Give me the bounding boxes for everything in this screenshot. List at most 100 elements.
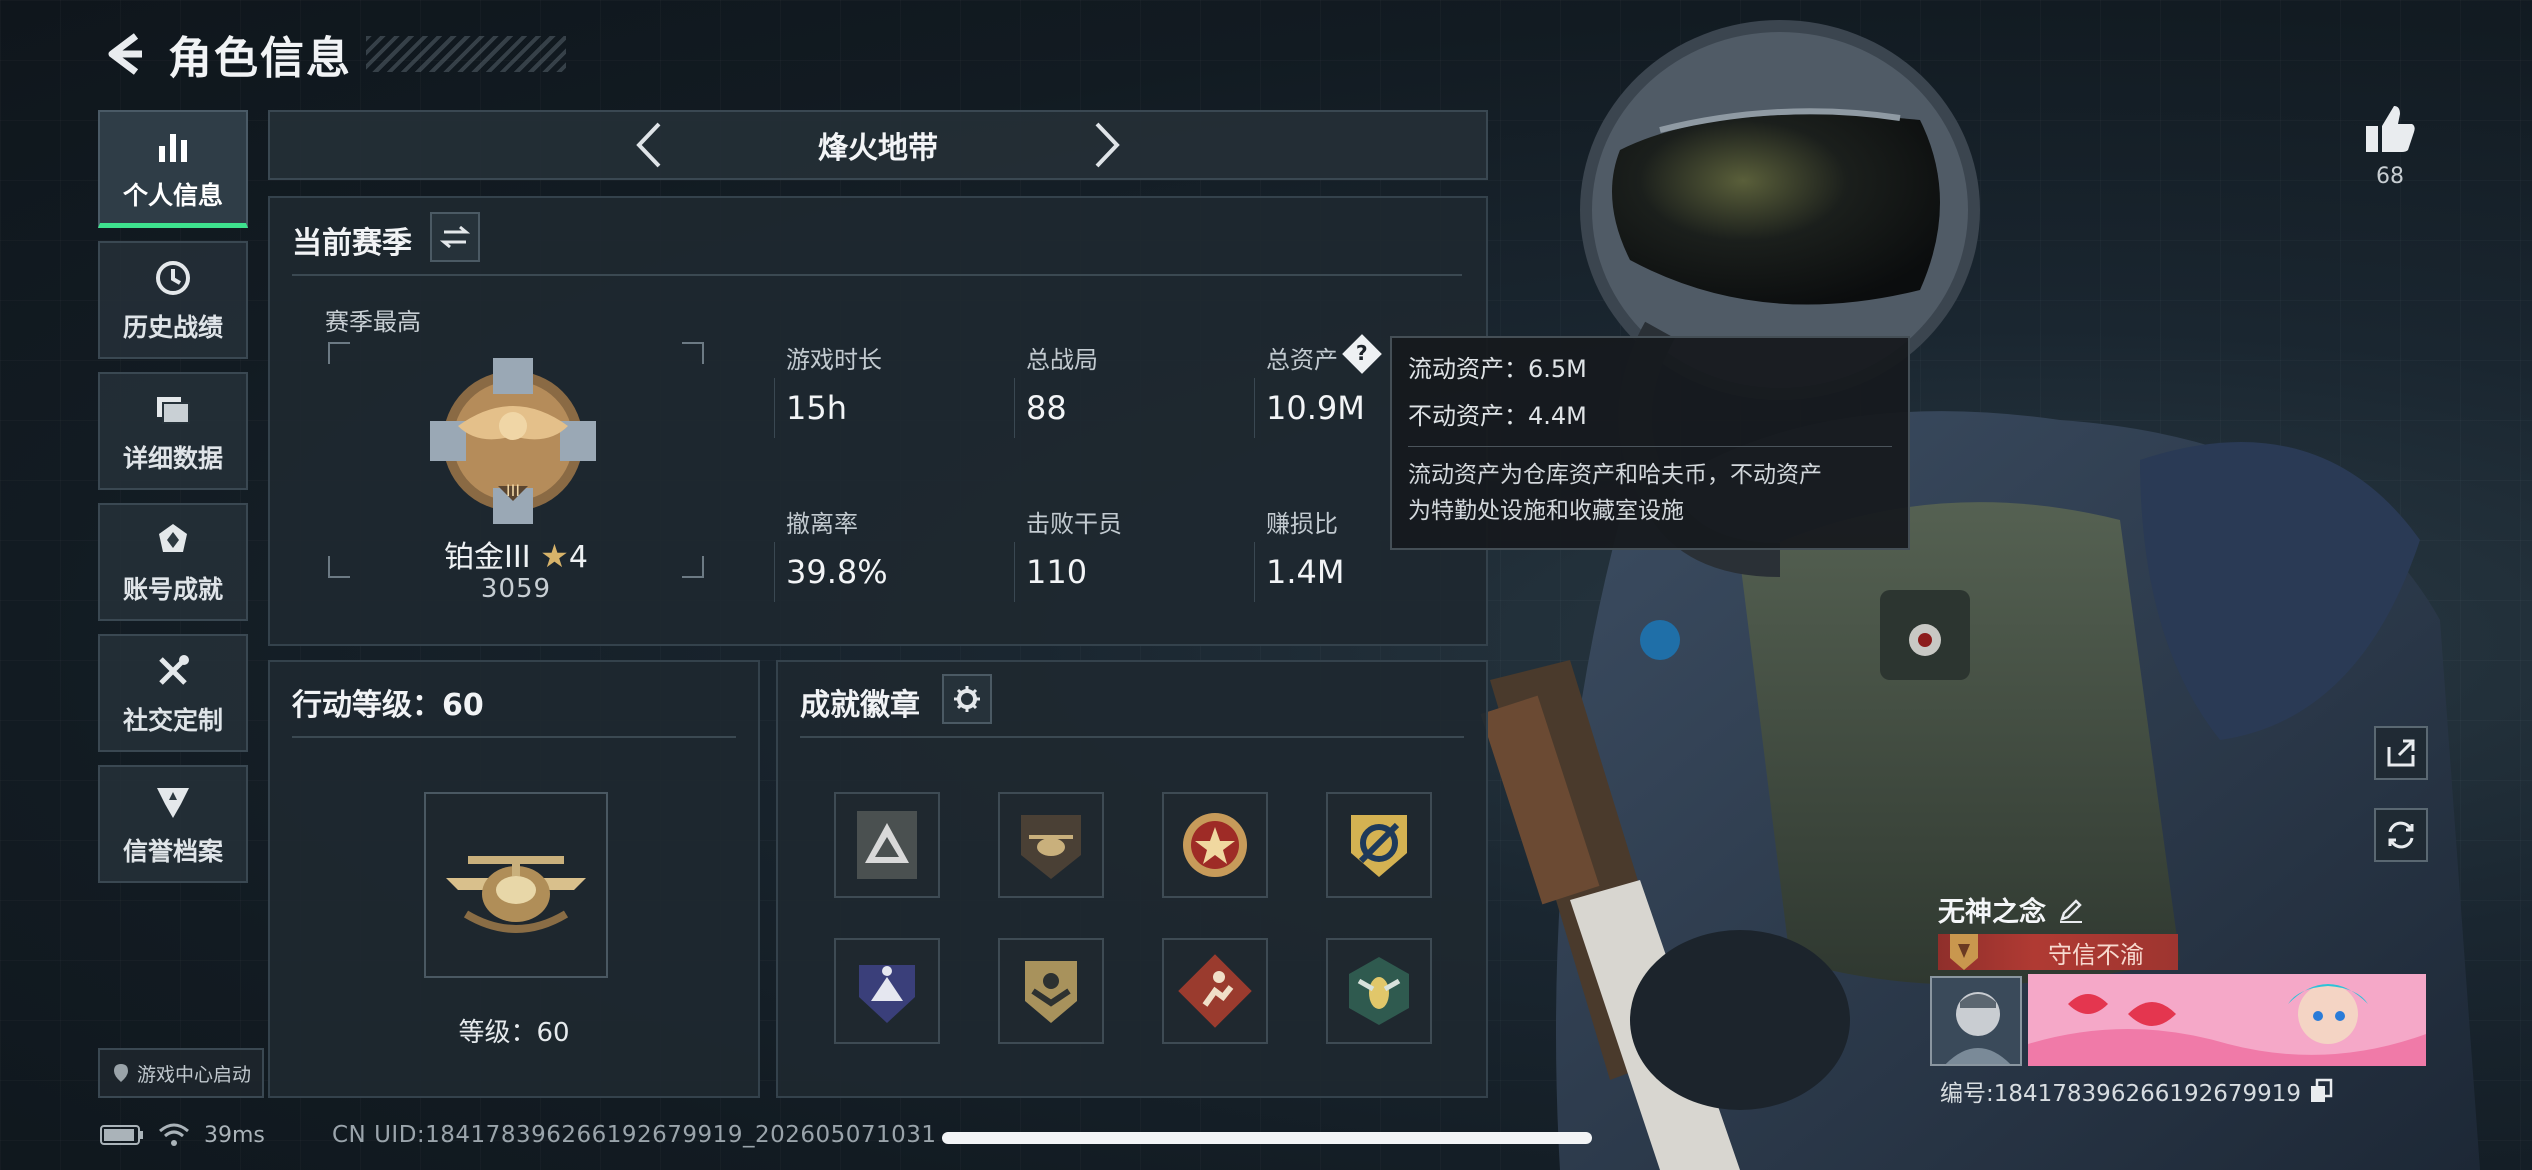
stat-label: 击败干员 [1026, 510, 1122, 538]
avatar-image [1932, 978, 2020, 1064]
home-indicator[interactable] [942, 1132, 1592, 1144]
badges-divider [800, 736, 1464, 738]
runner-badge-icon [1178, 954, 1252, 1028]
star-icon: ★ [540, 537, 569, 575]
stat-value: 88 [1026, 389, 1067, 427]
badge-chevron[interactable] [998, 938, 1104, 1044]
rank-emblem-icon: III [430, 358, 596, 524]
badge-helicopter[interactable] [998, 792, 1104, 898]
edit-pencil-icon[interactable] [2058, 897, 2084, 923]
clock-icon [151, 256, 195, 300]
mode-next-button[interactable] [1078, 115, 1138, 175]
tooltip-note-2: 为特勤处设施和收藏室设施 [1408, 498, 1684, 524]
avatar[interactable] [1930, 976, 2022, 1066]
banner-image [2028, 974, 2426, 1066]
share-button[interactable] [2374, 726, 2428, 780]
badge-shield-blue[interactable] [834, 938, 940, 1044]
title-emblem-icon [1950, 934, 1978, 970]
bar-chart-icon [151, 124, 195, 168]
like-count: 68 [2376, 164, 2404, 189]
svg-text:III: III [506, 481, 520, 500]
sidebar-item-personal-info[interactable]: 个人信息 [98, 110, 248, 228]
season-panel: 当前赛季 赛季最高 III 铂金III ★4 3059 游戏时长 15h 总战局… [268, 196, 1488, 646]
battery-icon [100, 1125, 143, 1145]
sidebar-item-label: 详细数据 [122, 444, 223, 473]
like-button[interactable]: 68 [2350, 102, 2430, 189]
player-name: 无神之念 [1938, 897, 2046, 928]
stat-value: 39.8% [786, 553, 888, 591]
back-arrow-icon [108, 33, 142, 75]
season-switch-button[interactable] [430, 212, 480, 262]
thumbs-up-icon [2366, 106, 2415, 152]
season-divider [292, 274, 1462, 276]
badge-star[interactable] [1162, 792, 1268, 898]
sidebar-item-label: 社交定制 [122, 706, 223, 735]
header: 角色信息 [96, 22, 566, 86]
chevron-right-icon [1095, 122, 1120, 168]
action-level-title: 行动等级：60 [292, 688, 484, 723]
stat-total-matches: 总战局 88 [1026, 340, 1246, 427]
ping-text: 39ms [204, 1122, 265, 1148]
helicopter-badge-icon [1021, 815, 1081, 879]
helicopter-emblem-icon [446, 856, 586, 933]
triangle-badge-icon [857, 811, 917, 879]
mode-selector: 烽火地带 [268, 110, 1488, 180]
status-bar: 39ms [100, 1122, 265, 1148]
stat-extract-rate: 撤离率 39.8% [786, 504, 1006, 591]
badge-runner[interactable] [1162, 938, 1268, 1044]
player-title-tag: 守信不渝 [1938, 934, 2178, 970]
stat-label: 撤离率 [786, 510, 858, 538]
badges-title: 成就徽章 [800, 688, 920, 723]
swap-icon [440, 225, 470, 249]
sidebar-item-label: 账号成就 [122, 575, 223, 604]
player-id-row: 编号:18417839626619267991​9 [1940, 1074, 2333, 1108]
back-button[interactable] [96, 24, 152, 84]
wifi-icon [159, 1123, 189, 1146]
rank-name: 铂金III [444, 540, 531, 575]
stat-value: 1.4M [1266, 553, 1345, 591]
uid-text: CN UID:18417839626619267991​9_2026050710… [332, 1122, 937, 1148]
sidebar-item-credit-file[interactable]: 信誉档案 [98, 765, 248, 883]
star-badge-icon [1183, 813, 1247, 877]
assets-tooltip: 流动资产：6.5M 不动资产：4.4M 流动资产为仓库资产和哈夫币，不动资产 为… [1390, 336, 1910, 550]
player-banner[interactable] [2028, 974, 2426, 1066]
badge-wasp[interactable] [1326, 938, 1432, 1044]
rank-name-row: 铂金III ★4 [328, 532, 704, 576]
stat-label: 总战局 [1026, 346, 1098, 374]
level-divider [292, 736, 736, 738]
level-text: 等级：60 [458, 1018, 570, 1048]
question-icon: ? [1356, 342, 1368, 366]
sidebar-item-label: 个人信息 [122, 180, 223, 210]
sidebar-item-history[interactable]: 历史战绩 [98, 241, 248, 359]
title-decoration [366, 36, 566, 72]
season-best-label: 赛季最高 [325, 308, 421, 336]
refresh-button[interactable] [2374, 808, 2428, 862]
chevron-badge-icon [1025, 961, 1077, 1023]
badge-triangle[interactable] [834, 792, 940, 898]
share-icon [2387, 739, 2415, 767]
rank-score: 3059 [480, 574, 552, 604]
game-center-icon [113, 1064, 128, 1082]
tooltip-fixed-assets: 不动资产：4.4M [1408, 402, 1587, 430]
wasp-badge-icon [1349, 957, 1409, 1025]
sidebar-item-social-custom[interactable]: 社交定制 [98, 634, 248, 752]
launch-label: 游戏中心启动 [136, 1063, 251, 1086]
stat-value: 110 [1026, 553, 1088, 591]
sidebar-item-label: 历史战绩 [122, 313, 223, 342]
sidebar-item-achievements[interactable]: 账号成就 [98, 503, 248, 621]
chevron-left-icon [636, 122, 661, 168]
tooltip-note-1: 流动资产为仓库资产和哈夫币，不动资产 [1408, 462, 1822, 488]
season-title: 当前赛季 [292, 226, 412, 261]
sidebar-item-detailed-data[interactable]: 详细数据 [98, 372, 248, 490]
copy-icon[interactable] [2309, 1078, 2333, 1104]
crosshair-badge-icon [1351, 815, 1407, 877]
badge-target[interactable] [1326, 792, 1432, 898]
tools-icon [151, 649, 195, 693]
stat-kills: 击败干员 110 [1026, 504, 1246, 591]
stat-value: 15h [786, 389, 847, 427]
mode-prev-button[interactable] [618, 115, 678, 175]
badges-settings-button[interactable] [942, 674, 992, 724]
game-center-launch-button[interactable]: 游戏中心启动 [98, 1048, 264, 1098]
action-level-panel: 行动等级：60 等级：60 [268, 660, 760, 1098]
page-title: 角色信息 [168, 33, 352, 84]
